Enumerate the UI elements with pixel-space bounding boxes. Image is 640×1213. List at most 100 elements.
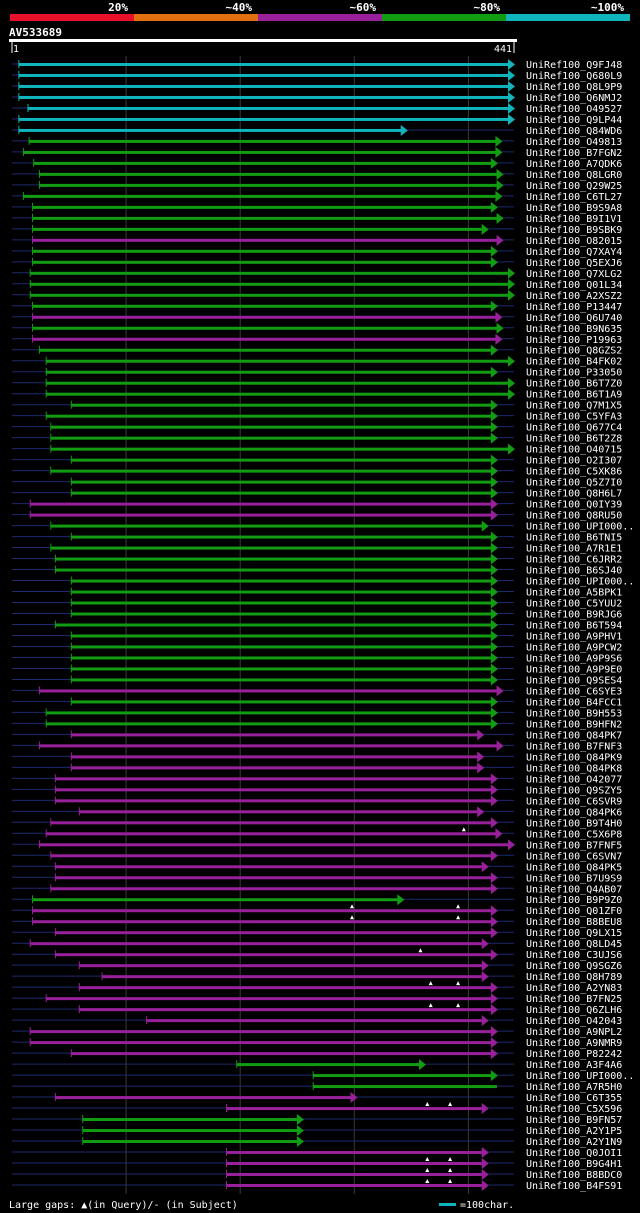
alignment-row[interactable]: UniRef100_O49527 (12, 102, 622, 115)
hit-label[interactable]: UniRef100_B9FN57 (526, 1115, 622, 1126)
hit-bar[interactable] (82, 1129, 299, 1133)
alignment-row[interactable]: UniRef100_A2YN83 (12, 981, 622, 994)
alignment-row[interactable]: UniRef100_B9G4H1 (12, 1157, 622, 1170)
hit-label[interactable]: UniRef100_P13447 (526, 302, 622, 313)
hit-label[interactable]: UniRef100_A7R1E1 (526, 544, 622, 555)
alignment-row[interactable]: UniRef100_B7FGN2 (12, 146, 622, 159)
hit-label[interactable]: UniRef100_Q5Z7I0 (526, 478, 622, 489)
hit-bar[interactable] (18, 63, 510, 66)
hit-bar[interactable] (32, 260, 493, 264)
hit-label[interactable]: UniRef100_Q8GZS2 (526, 346, 622, 357)
hit-bar[interactable] (32, 304, 493, 308)
hit-bar[interactable] (146, 1019, 484, 1023)
hit-label[interactable]: UniRef100_C5XK86 (526, 467, 622, 478)
hit-bar[interactable] (55, 623, 493, 627)
hit-label[interactable]: UniRef100_B4FS91 (526, 1181, 622, 1192)
hit-bar[interactable] (32, 337, 498, 341)
hit-bar[interactable] (226, 1172, 484, 1176)
hit-label[interactable]: UniRef100_O40715 (526, 445, 622, 456)
hit-bar[interactable] (27, 106, 511, 110)
hit-label[interactable]: UniRef100_C5YFA3 (526, 412, 622, 423)
alignment-row[interactable]: UniRef100_O42077 (12, 773, 622, 785)
alignment-row[interactable]: UniRef100_C6SVR9 (12, 795, 622, 807)
hit-label[interactable]: UniRef100_B6T7Z0 (526, 379, 622, 390)
hit-bar[interactable] (39, 183, 499, 187)
hit-label[interactable]: UniRef100_A3F4A6 (526, 1060, 622, 1071)
hit-label[interactable]: UniRef100_B6T2Z8 (526, 434, 622, 445)
hit-label[interactable]: UniRef100_C6TL27 (526, 192, 622, 203)
hit-label[interactable]: UniRef100_Q9LX15 (526, 928, 622, 939)
hit-bar[interactable] (39, 172, 499, 176)
alignment-row[interactable]: UniRef100_A9NMR9 (12, 1037, 622, 1049)
hit-label[interactable]: UniRef100_Q8LGR0 (526, 170, 622, 181)
hit-bar[interactable] (71, 667, 493, 671)
alignment-row[interactable]: UniRef100_B8BEU8 (12, 915, 622, 928)
hit-bar[interactable] (50, 854, 493, 858)
alignment-row[interactable]: UniRef100_C5YUU2 (12, 597, 622, 610)
hit-bar[interactable] (33, 161, 493, 165)
hit-label[interactable]: UniRef100_A2XSZ2 (526, 291, 622, 302)
hit-label[interactable]: UniRef100_C6SVR9 (526, 796, 622, 807)
alignment-row[interactable]: UniRef100_A7QDK6 (12, 157, 622, 170)
hit-bar[interactable] (30, 502, 493, 506)
hit-bar[interactable] (46, 370, 493, 374)
alignment-row[interactable]: UniRef100_Q7XLG2 (12, 267, 622, 280)
hit-bar[interactable] (71, 590, 493, 594)
alignment-row[interactable]: UniRef100_B9P9Z0 (12, 894, 622, 906)
alignment-row[interactable]: UniRef100_A2Y1P5 (12, 1125, 622, 1137)
hit-bar[interactable] (32, 238, 499, 242)
hit-label[interactable]: UniRef100_A9NPL2 (526, 1027, 622, 1038)
hit-bar[interactable] (50, 524, 484, 528)
hit-label[interactable]: UniRef100_B7FN25 (526, 994, 622, 1005)
hit-label[interactable]: UniRef100_P33050 (526, 368, 622, 379)
hit-label[interactable]: UniRef100_C6SYE3 (526, 686, 622, 697)
hit-bar[interactable] (71, 458, 493, 462)
hit-label[interactable]: UniRef100_O2I307 (526, 456, 622, 467)
hit-label[interactable]: UniRef100_C6JRR2 (526, 555, 622, 566)
alignment-row[interactable]: UniRef100_O42043 (12, 1015, 622, 1027)
hit-bar[interactable] (30, 271, 510, 275)
hit-bar[interactable] (32, 216, 499, 220)
hit-label[interactable]: UniRef100_C3UJS6 (526, 950, 622, 961)
alignment-row[interactable]: UniRef100_C5X596 (12, 1102, 622, 1115)
hit-label[interactable]: UniRef100_Q6ZLH6 (526, 1005, 622, 1016)
hit-bar[interactable] (30, 1041, 493, 1045)
hit-label[interactable]: UniRef100_C6SVN7 (526, 851, 622, 862)
hit-bar[interactable] (46, 997, 493, 1001)
alignment-row[interactable]: UniRef100_B7U9S9 (12, 872, 622, 884)
hit-label[interactable]: UniRef100_Q84PK5 (526, 862, 622, 873)
hit-label[interactable]: UniRef100_B6T1A9 (526, 390, 622, 401)
hit-bar[interactable] (55, 1096, 353, 1100)
hit-label[interactable]: UniRef100_O82015 (526, 236, 622, 247)
hit-label[interactable]: UniRef100_Q84PK7 (526, 730, 622, 741)
hit-bar[interactable] (30, 513, 493, 517)
hit-label[interactable]: UniRef100_B7FNF5 (526, 840, 622, 851)
hit-bar[interactable] (71, 480, 493, 484)
hit-label[interactable]: UniRef100_C5X6P8 (526, 829, 622, 840)
alignment-row[interactable]: UniRef100_Q9LP44 (12, 113, 622, 126)
hit-label[interactable]: UniRef100_B9RJG6 (526, 610, 622, 621)
hit-label[interactable]: UniRef100_B8BEU8 (526, 917, 622, 928)
hit-bar[interactable] (55, 557, 493, 561)
hit-bar[interactable] (32, 920, 493, 924)
alignment-row[interactable]: UniRef100_Q7XAY4 (12, 245, 622, 258)
hit-bar[interactable] (32, 898, 400, 902)
hit-bar[interactable] (55, 788, 493, 792)
alignment-row[interactable]: UniRef100_B9HFN2 (12, 718, 622, 730)
alignment-row[interactable]: UniRef100_Q8L9P9 (12, 80, 622, 93)
hit-label[interactable]: UniRef100_O42043 (526, 1016, 622, 1027)
hit-bar[interactable] (18, 117, 510, 121)
alignment-row[interactable]: UniRef100_Q9SZY5 (12, 784, 622, 796)
hit-bar[interactable] (102, 975, 484, 979)
hit-bar[interactable] (46, 711, 493, 715)
alignment-row[interactable]: UniRef100_Q8H6L7 (12, 487, 622, 500)
hit-bar[interactable] (32, 249, 493, 253)
alignment-row[interactable]: UniRef100_Q5Z7I0 (12, 476, 622, 489)
hit-label[interactable]: UniRef100_B7FGN2 (526, 148, 622, 159)
alignment-row[interactable]: UniRef100_A2XSZ2 (12, 289, 622, 302)
hit-label[interactable]: UniRef100_B9T4H0 (526, 818, 622, 829)
alignment-row[interactable]: UniRef100_P82242 (12, 1048, 622, 1060)
alignment-row[interactable]: UniRef100_UPI000.. (12, 1070, 634, 1082)
hit-label[interactable]: UniRef100_Q8H789 (526, 972, 622, 983)
alignment-row[interactable]: UniRef100_B4FCC1 (12, 696, 622, 708)
